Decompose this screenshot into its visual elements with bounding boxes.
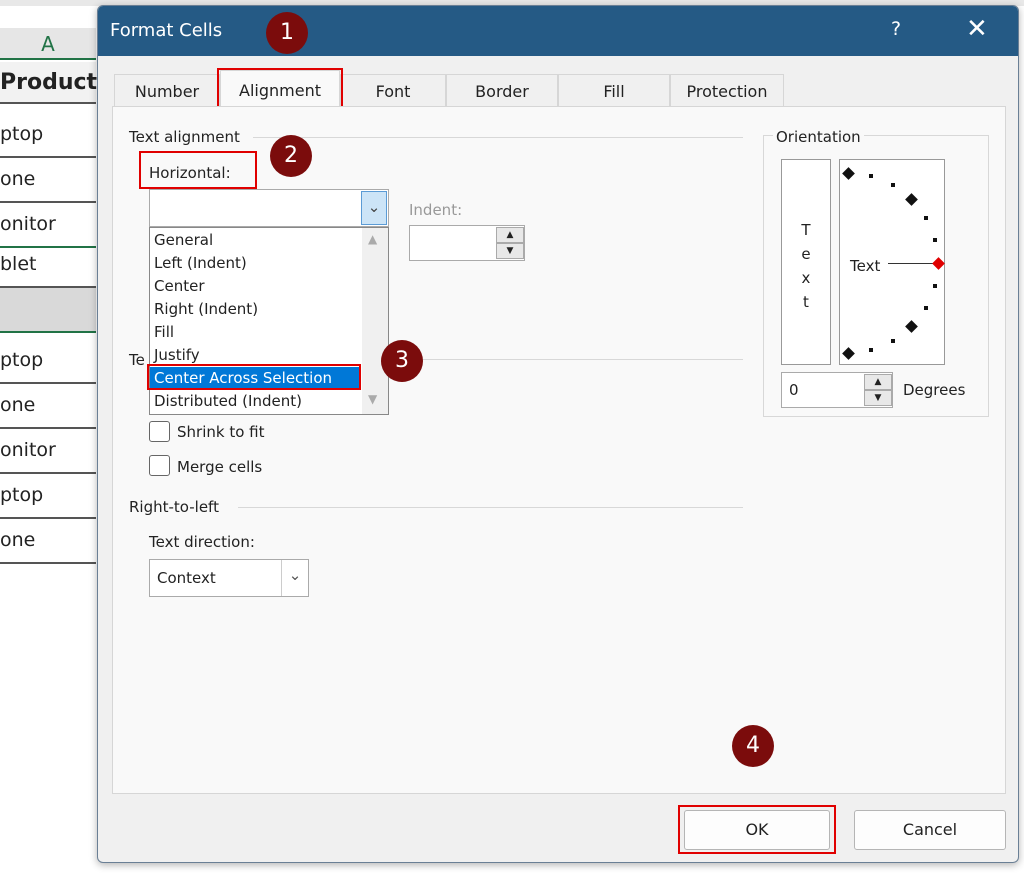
highlight-center-across-selection — [147, 364, 361, 390]
cell[interactable]: one — [0, 519, 96, 564]
list-scrollbar[interactable]: ▲ ▼ — [362, 228, 388, 414]
option-center[interactable]: Center — [154, 275, 205, 298]
dialog-title: Format Cells — [110, 20, 223, 41]
merge-cells-checkbox[interactable] — [149, 455, 170, 476]
title-bar[interactable]: Format Cells ? ✕ — [98, 6, 1018, 56]
annotation-badge-3: 3 — [381, 340, 423, 382]
tab-number[interactable]: Number — [114, 74, 220, 108]
dial-tick[interactable] — [891, 183, 895, 188]
text-direction-value: Context — [157, 569, 216, 587]
divider — [393, 359, 743, 360]
option-fill[interactable]: Fill — [154, 321, 174, 344]
tab-fill[interactable]: Fill — [558, 74, 670, 108]
divider — [238, 507, 743, 508]
dial-text: Text — [850, 257, 881, 275]
dial-tick[interactable] — [841, 166, 855, 180]
indent-spinner[interactable]: ▲ ▼ — [409, 225, 525, 261]
divider — [253, 137, 743, 138]
annotation-badge-4: 4 — [732, 725, 774, 767]
cell[interactable]: ptop — [0, 113, 96, 158]
vertical-text-char: t — [803, 293, 809, 311]
format-cells-dialog: Format Cells ? ✕ Number Alignment Font B… — [97, 5, 1019, 863]
scroll-up-icon[interactable]: ▲ — [368, 232, 377, 246]
dial-tick[interactable] — [932, 284, 937, 289]
shrink-to-fit-checkbox[interactable] — [149, 421, 170, 442]
option-left-indent[interactable]: Left (Indent) — [154, 252, 247, 275]
alignment-panel: Text alignment Horizontal: ⌄ General Lef… — [112, 106, 1006, 794]
text-control-group-label: Te — [129, 351, 145, 369]
dial-tick[interactable] — [905, 320, 918, 333]
dial-tick[interactable] — [869, 347, 874, 352]
cell[interactable]: blet — [0, 243, 96, 288]
vertical-text-button[interactable]: T e x t — [781, 159, 831, 365]
cell[interactable]: onitor — [0, 203, 96, 248]
scroll-down-icon[interactable]: ▼ — [368, 392, 377, 406]
orientation-dial[interactable]: Text — [839, 159, 945, 365]
text-direction-label: Text direction: — [149, 533, 255, 551]
merge-cells-label[interactable]: Merge cells — [177, 458, 262, 476]
text-direction-dropdown[interactable]: Context ⌄ — [149, 559, 309, 597]
cell-selected-row[interactable] — [0, 288, 96, 333]
text-alignment-group-label: Text alignment — [129, 128, 240, 146]
degrees-label: Degrees — [903, 381, 966, 399]
highlight-horizontal — [139, 151, 257, 189]
option-distributed-indent[interactable]: Distributed (Indent) — [154, 390, 302, 413]
cell[interactable]: ptop — [0, 339, 96, 384]
tab-font[interactable]: Font — [340, 74, 446, 108]
dial-current-marker[interactable] — [931, 256, 945, 270]
dial-needle — [888, 263, 934, 264]
dial-tick[interactable] — [891, 338, 895, 343]
tab-protection[interactable]: Protection — [670, 74, 784, 108]
cell[interactable]: one — [0, 158, 96, 203]
option-general[interactable]: General — [154, 229, 213, 252]
spin-down-icon[interactable]: ▼ — [864, 390, 892, 406]
vertical-text-char: T — [801, 221, 811, 239]
help-button[interactable]: ? — [891, 18, 901, 40]
rtl-group-label: Right-to-left — [129, 498, 219, 516]
chevron-down-icon[interactable]: ⌄ — [281, 560, 308, 596]
annotation-badge-2: 2 — [270, 135, 312, 177]
shrink-to-fit-label[interactable]: Shrink to fit — [177, 423, 264, 441]
dial-tick[interactable] — [869, 174, 874, 179]
spin-up-icon[interactable]: ▲ — [864, 374, 892, 390]
close-button[interactable]: ✕ — [966, 14, 988, 44]
annotation-badge-1: 1 — [266, 12, 308, 54]
cell[interactable]: one — [0, 384, 96, 429]
degrees-value: 0 — [789, 381, 799, 399]
degrees-spinner[interactable]: 0 ▲ ▼ — [781, 372, 893, 408]
cell[interactable]: onitor — [0, 429, 96, 474]
cell-product-header[interactable]: Product — [0, 62, 97, 104]
spin-down-icon[interactable]: ▼ — [496, 243, 524, 259]
dial-tick[interactable] — [923, 306, 928, 310]
spin-up-icon[interactable]: ▲ — [496, 227, 524, 243]
tab-border[interactable]: Border — [446, 74, 558, 108]
dial-tick[interactable] — [923, 216, 928, 220]
column-header-a[interactable]: A — [0, 28, 96, 60]
dial-tick[interactable] — [905, 192, 918, 206]
cancel-button[interactable]: Cancel — [854, 810, 1006, 850]
option-right-indent[interactable]: Right (Indent) — [154, 298, 258, 321]
highlight-ok — [678, 805, 836, 854]
chevron-down-icon[interactable]: ⌄ — [361, 191, 387, 225]
dial-tick[interactable] — [932, 237, 937, 242]
cell[interactable]: ptop — [0, 474, 96, 519]
vertical-text-char: e — [801, 245, 811, 263]
vertical-text-char: x — [801, 269, 811, 287]
dial-tick[interactable] — [841, 346, 855, 360]
highlight-alignment-tab — [217, 68, 343, 108]
orientation-group-label: Orientation — [773, 128, 864, 146]
horizontal-dropdown[interactable]: ⌄ — [149, 189, 389, 227]
indent-label: Indent: — [409, 201, 463, 219]
